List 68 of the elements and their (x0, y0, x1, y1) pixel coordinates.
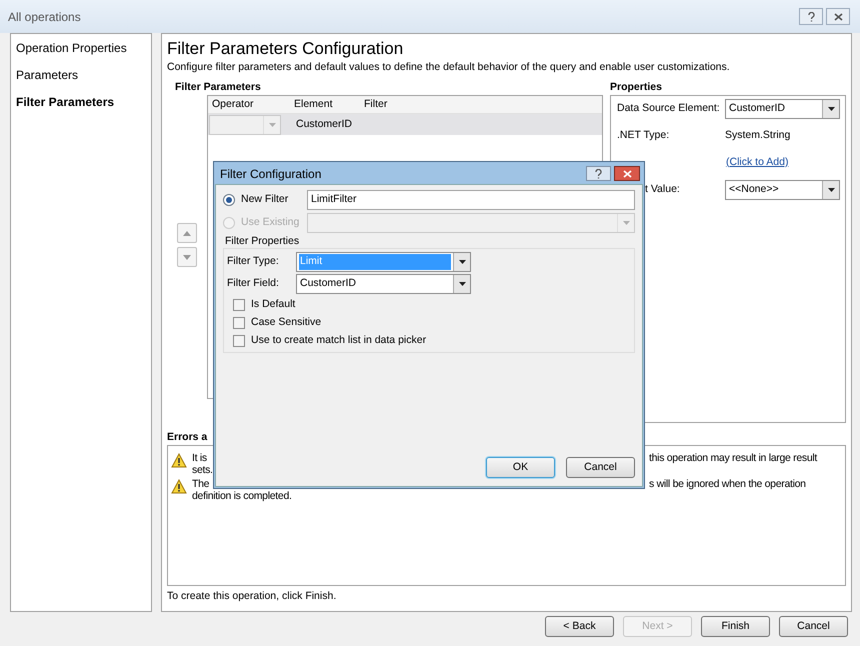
caret-icon (268, 122, 276, 126)
dialog-button[interactable]: Finish (701, 616, 770, 637)
filter-name-field[interactable]: LimitFilter (307, 190, 635, 210)
add-filter-link[interactable]: (Click to Add) (725, 154, 788, 170)
message-text: The (192, 478, 210, 490)
table-cell-text: CustomerID (295, 116, 354, 132)
checkbox-label: Is Default (251, 297, 296, 312)
checkbox-label: Case Sensitive (251, 315, 322, 330)
message-text: definition is completed. (192, 490, 292, 502)
group-title: Filter Properties (224, 235, 300, 248)
caret-icon (622, 220, 630, 224)
field-label: Filter Field: (227, 276, 280, 292)
help-button[interactable] (586, 166, 611, 181)
dialog-button[interactable]: < Back (545, 616, 614, 637)
window-title: All operations (8, 8, 82, 26)
dropdown[interactable]: <<None>> (725, 180, 840, 200)
section-heading: Filter Parameters (174, 81, 262, 94)
sidebar-item[interactable]: Operation Properties (16, 39, 151, 57)
radio-label: New Filter (241, 192, 288, 207)
radio-label: Use Existing (241, 214, 300, 230)
caret-icon (458, 282, 466, 286)
caret-icon (828, 106, 834, 110)
caret-icon (458, 260, 466, 264)
property-label: Data Source Element: (617, 102, 720, 114)
warning-icon (171, 453, 187, 468)
warning-icon (171, 479, 187, 494)
move-down-button[interactable] (177, 247, 197, 267)
message-text: this operation may result in large result (649, 452, 818, 464)
message-text: s will be ignored when the operation (649, 478, 807, 490)
move-up-button[interactable] (177, 223, 197, 243)
checkbox[interactable] (233, 335, 245, 347)
dialog-button[interactable]: Cancel (779, 616, 848, 637)
up-triangle-icon (183, 230, 191, 236)
help-button[interactable] (799, 8, 823, 25)
property-label: .NET Type: (617, 128, 670, 141)
column-header: Filter (363, 96, 388, 112)
close-button[interactable] (614, 166, 640, 181)
page-description: Configure filter parameters and default values to define the default behavior of the query and enable user customizations. (167, 60, 731, 74)
section-heading: Properties (610, 81, 663, 94)
checkbox-label: Use to create match list in data picker (251, 333, 426, 348)
sidebar-item[interactable]: Parameters (16, 66, 151, 84)
close-icon (834, 12, 842, 20)
dialog-button[interactable]: Cancel (566, 457, 635, 478)
close-icon (622, 170, 632, 178)
sidebar-item[interactable]: Filter Parameters (16, 93, 151, 111)
property-value: System.String (725, 128, 790, 143)
property-label: t Value: (644, 182, 680, 195)
field-label: Filter Type: (227, 254, 280, 270)
help-icon (595, 168, 602, 178)
radio-button[interactable] (223, 194, 235, 206)
checkbox[interactable] (233, 317, 245, 329)
page-title: Filter Parameters Configuration (167, 38, 404, 60)
message-text: sets. (192, 464, 213, 476)
column-header: Element (293, 96, 334, 112)
dialog-title: Filter Configuration (220, 166, 322, 182)
dialog-button[interactable]: OK (486, 457, 555, 478)
close-button[interactable] (826, 8, 850, 25)
table-row[interactable]: CustomerID (208, 114, 602, 135)
dropdown[interactable]: CustomerID (296, 274, 471, 294)
down-triangle-icon (183, 254, 191, 260)
checkbox[interactable] (233, 299, 245, 311)
column-header: Operator (211, 96, 254, 112)
message-text: It is (192, 452, 207, 464)
caret-icon (828, 188, 834, 192)
footer-note: To create this operation, click Finish. (167, 589, 338, 604)
help-icon (808, 12, 814, 22)
section-heading: Errors a (167, 431, 208, 444)
dropdown[interactable]: CustomerID (725, 98, 840, 118)
